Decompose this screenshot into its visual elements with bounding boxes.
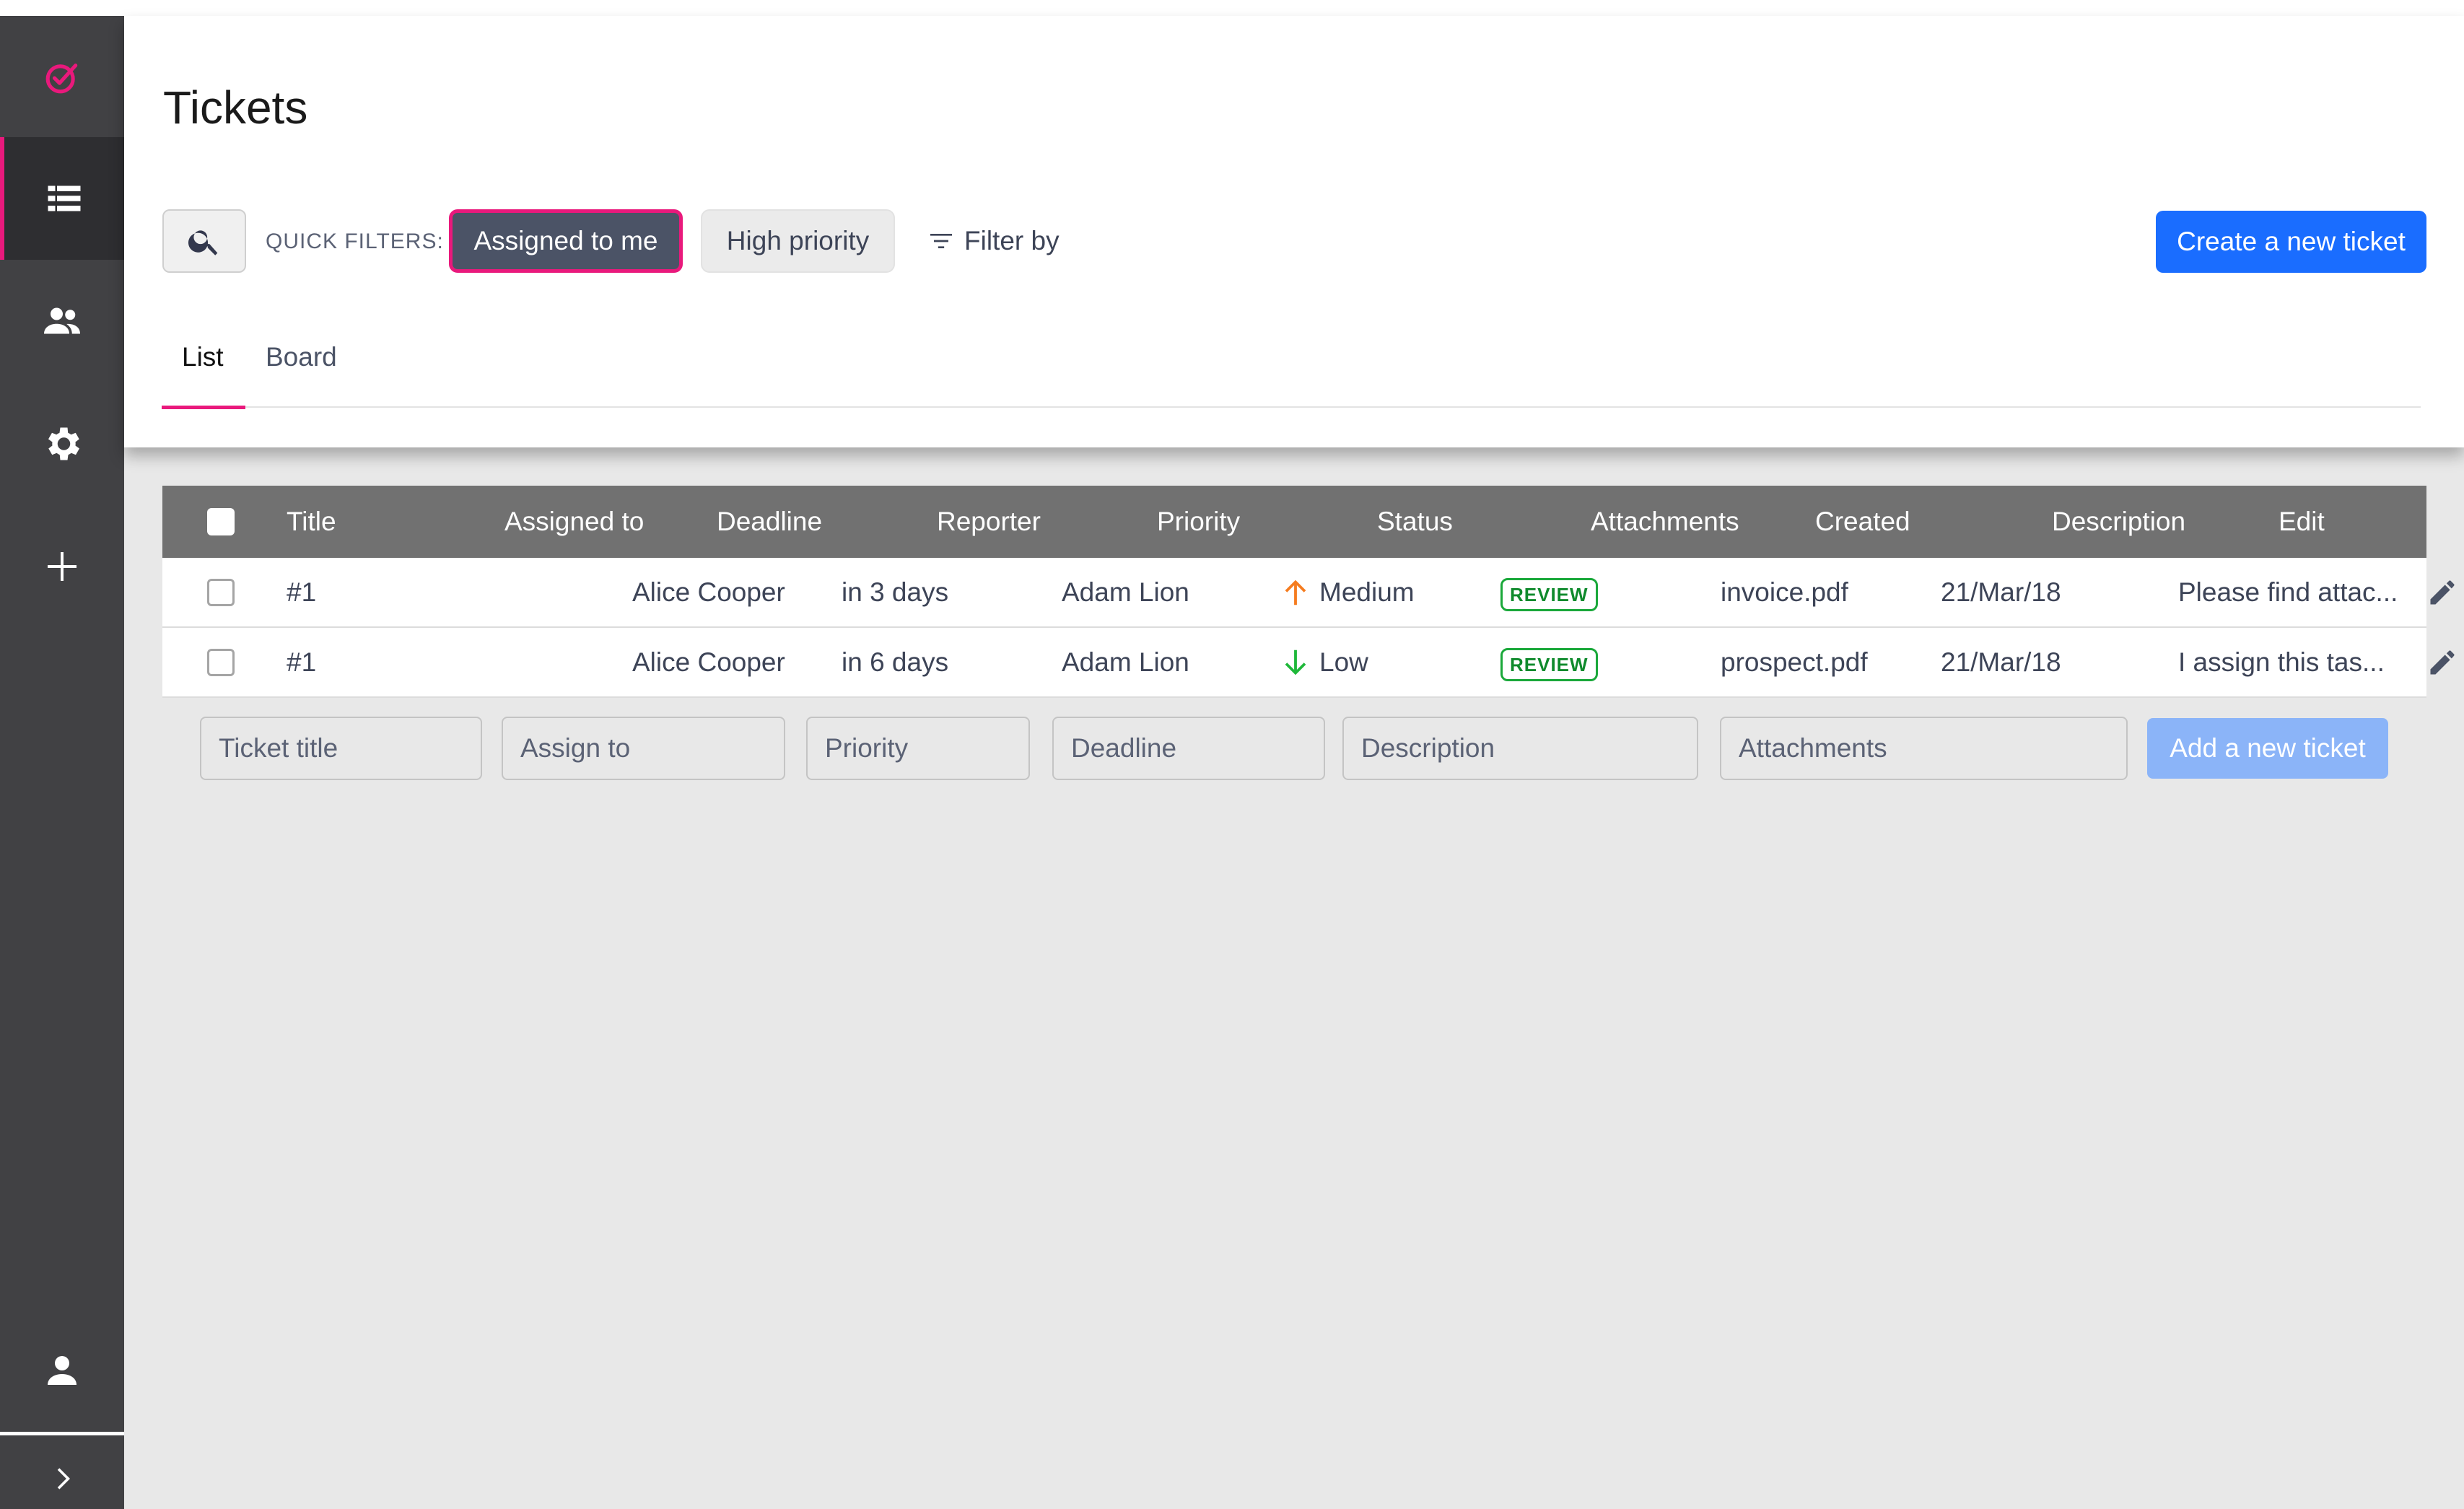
description-input[interactable]: Description (1342, 717, 1698, 780)
status-badge: REVIEW (1500, 577, 1598, 611)
ticket-assignee: Alice Cooper (632, 577, 785, 607)
pencil-icon (2430, 580, 2455, 604)
column-header-reporter[interactable]: Reporter (937, 507, 1041, 537)
ticket-attachment[interactable]: invoice.pdf (1721, 577, 1848, 608)
tickets-table: Title Assigned to Deadline Reporter Prio… (162, 486, 2455, 698)
active-tab-indicator (162, 406, 245, 409)
deadline-input[interactable]: Deadline (1052, 717, 1325, 780)
assign-to-input[interactable]: Assign to (502, 717, 785, 780)
column-header-priority[interactable]: Priority (1157, 507, 1240, 537)
chevron-right-icon (57, 1468, 70, 1490)
filter-assigned-to-me[interactable]: Assigned to me (449, 209, 683, 273)
column-header-deadline[interactable]: Deadline (717, 507, 822, 537)
ticket-description: I assign this tas... (2178, 647, 2385, 677)
tab-board[interactable]: Board (266, 342, 337, 372)
tab-list[interactable]: List (182, 342, 224, 372)
column-header-attachments[interactable]: Attachments (1591, 507, 1739, 537)
header-panel: Tickets QUICK FILTERS: Assigned to me Hi… (124, 16, 2464, 447)
column-header-title[interactable]: Title (287, 507, 336, 537)
column-header-assigned-to[interactable]: Assigned to (504, 507, 644, 537)
status-badge: REVIEW (1500, 647, 1598, 681)
plus-icon (48, 552, 77, 581)
arrow-down-icon (1285, 649, 1306, 675)
ticket-title-input[interactable]: Ticket title (200, 717, 482, 780)
tabs-divider (162, 406, 2421, 408)
arrow-up-icon (1285, 579, 1306, 605)
quick-filters-label: QUICK FILTERS: (266, 229, 444, 253)
sidebar-item-add[interactable] (0, 505, 124, 628)
sidebar-item-people[interactable] (0, 260, 124, 382)
gear-icon (48, 427, 80, 460)
priority-input[interactable]: Priority (806, 717, 1030, 780)
ticket-created: 21/Mar/18 (1941, 577, 2061, 607)
filter-by-label: Filter by (964, 226, 1060, 255)
column-header-status[interactable]: Status (1377, 507, 1453, 537)
column-header-edit: Edit (2279, 507, 2325, 536)
table-header: Title Assigned to Deadline Reporter Prio… (162, 486, 2426, 558)
search-button[interactable] (162, 209, 246, 273)
main-content: Tickets QUICK FILTERS: Assigned to me Hi… (124, 16, 2464, 1509)
column-header-created[interactable]: Created (1815, 507, 1910, 537)
sidebar-item-profile[interactable] (0, 1309, 124, 1432)
ticket-deadline: in 3 days (842, 577, 949, 607)
ticket-created: 21/Mar/18 (1941, 647, 2061, 677)
sidebar-item-settings[interactable] (0, 382, 124, 505)
edit-button[interactable] (2426, 577, 2458, 608)
ticket-title: #1 (287, 647, 317, 677)
check-circle-icon (45, 64, 78, 94)
sidebar (0, 16, 124, 1509)
table-row[interactable]: #1 Alice Cooper in 3 days Adam Lion Medi… (162, 558, 2455, 628)
user-icon (48, 1356, 77, 1385)
filter-high-priority[interactable]: High priority (701, 209, 895, 273)
pencil-icon (2430, 650, 2455, 674)
create-ticket-button[interactable]: Create a new ticket (2156, 211, 2426, 273)
priority-label: Low (1319, 647, 1368, 677)
table-row[interactable]: #1 Alice Cooper in 6 days Adam Lion Low … (162, 628, 2455, 698)
ticket-status: REVIEW (1500, 577, 1598, 611)
ticket-reporter: Adam Lion (1062, 577, 1189, 607)
filter-icon (930, 234, 952, 248)
attachments-input[interactable]: Attachments (1720, 717, 2128, 780)
app: Tickets QUICK FILTERS: Assigned to me Hi… (0, 0, 2464, 1509)
add-ticket-button[interactable]: Add a new ticket (2147, 718, 2388, 779)
select-all-checkbox[interactable] (207, 508, 235, 535)
edit-button[interactable] (2426, 647, 2458, 678)
sidebar-item-home[interactable] (0, 16, 124, 139)
row-checkbox[interactable] (207, 578, 235, 606)
page-title: Tickets (163, 82, 308, 134)
ticket-priority: Low (1279, 646, 1368, 679)
ticket-reporter: Adam Lion (1062, 647, 1189, 677)
filter-by-button[interactable]: Filter by (927, 218, 1060, 264)
priority-label: Medium (1319, 577, 1415, 607)
sidebar-item-tickets[interactable] (0, 137, 124, 260)
ticket-status: REVIEW (1500, 647, 1598, 681)
sidebar-expand-button[interactable] (0, 1448, 124, 1509)
ticket-assignee: Alice Cooper (632, 647, 785, 677)
column-header-description[interactable]: Description (2052, 507, 2185, 537)
ticket-priority: Medium (1279, 576, 1415, 609)
list-icon (48, 185, 81, 211)
ticket-deadline: in 6 days (842, 647, 949, 677)
ticket-description: Please find attac... (2178, 577, 2398, 607)
sidebar-divider (0, 1432, 124, 1435)
ticket-title: #1 (287, 577, 317, 607)
ticket-attachment[interactable]: prospect.pdf (1721, 647, 1868, 678)
search-icon (188, 230, 218, 255)
row-checkbox[interactable] (207, 648, 235, 676)
people-icon (44, 307, 80, 334)
